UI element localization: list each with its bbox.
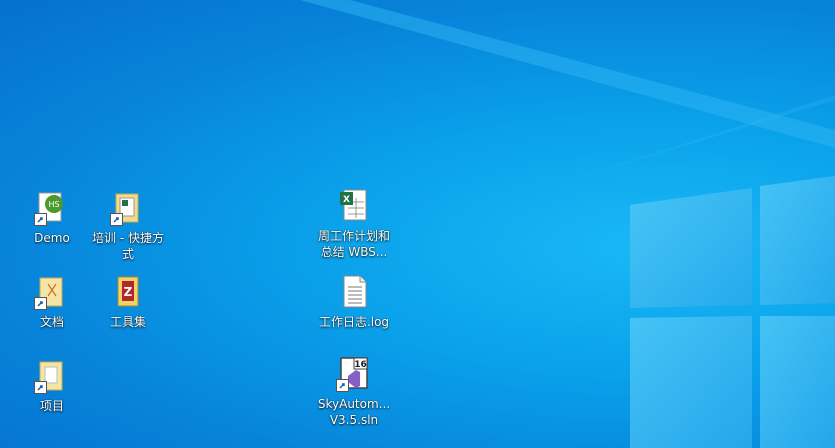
desktop-icon-label: Demo [34, 231, 70, 245]
desktop-icon-label: 工具集 [109, 315, 146, 329]
svg-text:HS: HS [48, 200, 59, 209]
desktop-icon-label: 培训 - 快捷方式 [92, 231, 164, 261]
desktop-icon-skyautom-sln[interactable]: 16 SkyAutom... V3.5.sln [314, 356, 394, 428]
svg-text:Z: Z [124, 285, 133, 299]
desktop-icon-projects[interactable]: 项目 [12, 358, 92, 414]
desktop-icon-label: SkyAutom... V3.5.sln [317, 397, 391, 427]
desktop-icon-toolkit[interactable]: Z 工具集 [88, 274, 168, 330]
svg-text:X: X [343, 195, 350, 205]
desktop-icon-label: 文档 [39, 315, 64, 329]
excel-folder-shortcut-icon [110, 190, 146, 226]
desktop-icon-label: 周工作计划和总结 WBS... [317, 229, 390, 259]
svg-text:16: 16 [354, 360, 367, 370]
desktop-icon-documents[interactable]: 文档 [12, 274, 92, 330]
desktop-icon-training-shortcut[interactable]: 培训 - 快捷方式 [88, 190, 168, 262]
desktop-icon-label: 工作日志.log [318, 315, 390, 329]
text-file-icon [336, 274, 372, 310]
vs-project-shortcut-icon: HS [34, 190, 70, 226]
desktop-icon-demo[interactable]: HS Demo [12, 190, 92, 246]
excel-file-icon: X [336, 188, 372, 224]
desktop-icon-worklog[interactable]: 工作日志.log [314, 274, 394, 330]
vs-solution-icon: 16 [336, 356, 372, 392]
folder-shortcut-icon [34, 274, 70, 310]
folder-shortcut-icon [34, 358, 70, 394]
winrar-archive-icon: Z [110, 274, 146, 310]
desktop-icon-weekly-plan-xlsx[interactable]: X 周工作计划和总结 WBS... [314, 188, 394, 260]
desktop-icon-label: 项目 [39, 399, 64, 413]
